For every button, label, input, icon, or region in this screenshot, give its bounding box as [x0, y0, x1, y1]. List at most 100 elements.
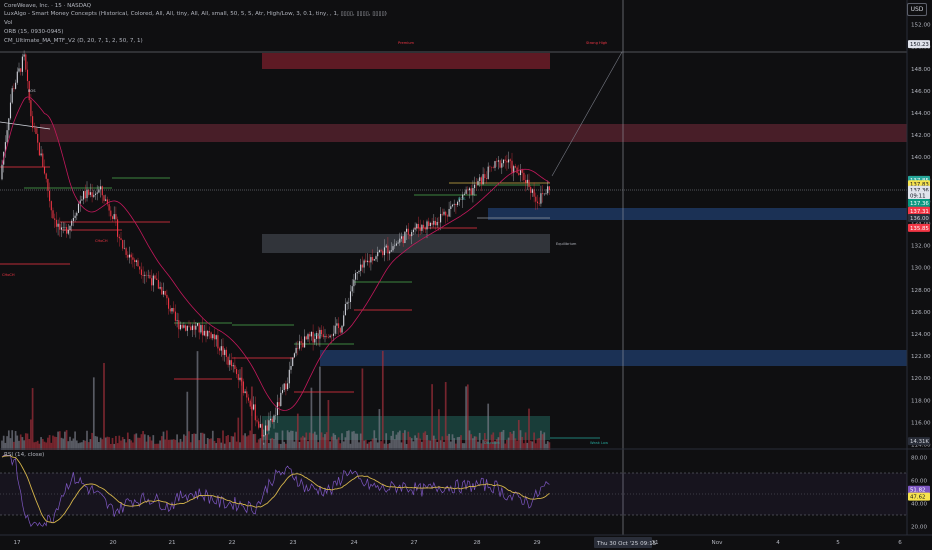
- candle-body: [74, 215, 76, 219]
- volume-bar: [286, 430, 289, 450]
- candle-body: [16, 71, 18, 83]
- price-badge-text: 09:11: [910, 193, 926, 199]
- volume-bar: [322, 437, 325, 450]
- candle-body: [220, 346, 222, 351]
- volume-bar: [57, 431, 59, 450]
- volume-bar: [166, 430, 168, 450]
- price-badge-text: 135.85: [910, 226, 929, 232]
- volume-bar: [206, 437, 209, 450]
- volume-bar: [69, 436, 71, 450]
- candle-body: [135, 260, 137, 263]
- candle-body: [134, 259, 136, 263]
- indicator-smc[interactable]: LuxAlgo - Smart Money Concepts (Historic…: [4, 11, 387, 18]
- volume-bar: [456, 437, 459, 450]
- rsi-tick: 80.00: [911, 456, 927, 462]
- candle-body: [329, 335, 331, 338]
- volume-bar: [193, 433, 195, 450]
- currency-button[interactable]: USD: [907, 3, 927, 16]
- candle-body: [251, 406, 253, 410]
- volume-bar: [101, 439, 104, 450]
- candle-body: [54, 218, 56, 220]
- rsi-axis[interactable]: 80.0060.0040.0020.0051.8247.62: [908, 456, 930, 531]
- volume-bar: [230, 436, 233, 450]
- volume-bar: [245, 436, 248, 450]
- candle-body: [310, 332, 312, 337]
- candle-body: [440, 213, 442, 223]
- candle-body: [127, 254, 129, 258]
- volume-bar: [346, 431, 348, 450]
- candle-body: [171, 307, 173, 312]
- candle-body: [57, 223, 59, 227]
- candle-body: [185, 325, 187, 331]
- volume-bar: [14, 431, 17, 450]
- candle-body: [375, 256, 377, 260]
- candle-body: [353, 279, 355, 287]
- time-axis[interactable]: 17 20 21 22 23 24 27 28 29 31 Nov 4 5 6Thu 30 Oct '25…: [13, 537, 902, 548]
- candle-body: [110, 210, 112, 217]
- volume-bar: [138, 437, 141, 450]
- indicator-vol[interactable]: Vol: [4, 20, 12, 27]
- volume-bar: [371, 438, 374, 450]
- candle-body: [60, 227, 63, 230]
- volume-bar: [133, 434, 136, 450]
- candle-body: [421, 224, 423, 231]
- candle-body: [494, 161, 496, 168]
- candle-body: [468, 188, 471, 191]
- price-tick: 116.00: [911, 420, 931, 426]
- candle-body: [142, 274, 144, 276]
- symbol-title[interactable]: CoreWeave, Inc. · 15 · NASDAQ: [4, 3, 91, 10]
- volume-bar: [473, 436, 476, 450]
- volume-bar: [409, 436, 411, 450]
- volume-bar: [11, 430, 14, 450]
- volume-bar: [92, 377, 95, 450]
- candle-body: [227, 356, 229, 365]
- volume-bar: [397, 432, 399, 450]
- volume-bar: [174, 439, 177, 450]
- candle-body: [528, 179, 530, 188]
- candle-body: [139, 266, 141, 270]
- candle-body: [202, 325, 204, 336]
- volume-bar: [9, 438, 12, 450]
- volume-bar: [55, 437, 58, 450]
- candle-body: [477, 180, 479, 186]
- volume-bar: [89, 439, 92, 450]
- candle-body: [426, 221, 428, 230]
- rsi-pane[interactable]: [0, 455, 907, 528]
- candle-body: [174, 311, 176, 321]
- candle-body: [523, 172, 525, 181]
- candle-body: [52, 210, 54, 219]
- bos-label-3: BOS: [458, 197, 466, 201]
- candle-body: [436, 222, 438, 226]
- candle-body: [536, 201, 539, 204]
- candle-body: [445, 211, 447, 216]
- rsi-label[interactable]: RSI (14, close): [4, 452, 44, 458]
- volume-bar: [126, 432, 129, 450]
- volume-bar: [319, 366, 321, 450]
- volume-bar: [404, 430, 406, 450]
- chart-canvas[interactable]: Premium Strong High Equilibrium Discount…: [0, 0, 932, 550]
- price-axis[interactable]: 152.00150.00148.00146.00144.00142.00140.…: [908, 23, 931, 449]
- volume-bar: [538, 438, 541, 450]
- volume-bar: [438, 409, 440, 450]
- premium-zone: [262, 53, 550, 69]
- volume-bar: [106, 436, 109, 450]
- candle-body: [450, 206, 452, 209]
- candle-body: [457, 201, 459, 206]
- candle-body: [361, 264, 363, 268]
- candle-body: [292, 357, 294, 366]
- indicator-ma[interactable]: CM_Ultimate_MA_MTF_V2 (D, 20, 7, 1, 2, 5…: [4, 38, 143, 45]
- bos-label-2: BOS: [314, 333, 322, 337]
- choch-label-2: CHoCH: [95, 239, 108, 243]
- candle-body: [96, 192, 98, 194]
- volume-bar: [99, 437, 102, 450]
- candle-body: [45, 173, 47, 179]
- candle-body: [385, 245, 387, 248]
- candle-body: [276, 402, 278, 416]
- candle-body: [195, 325, 197, 330]
- volume-bar: [337, 437, 340, 450]
- candle-body: [210, 332, 212, 339]
- volume-bar: [249, 430, 252, 450]
- volume-bar: [470, 434, 473, 450]
- volume-bar: [308, 432, 311, 450]
- indicator-orb[interactable]: ORB (15, 0930-0945): [4, 29, 63, 36]
